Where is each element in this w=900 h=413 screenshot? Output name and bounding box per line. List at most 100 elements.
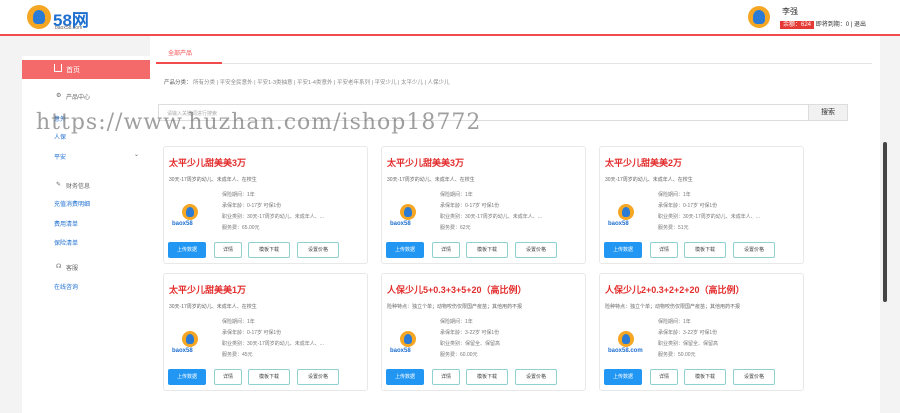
- search-button[interactable]: 搜索: [808, 104, 848, 121]
- detail-button[interactable]: 详情: [650, 369, 678, 385]
- product-detail-line: 职业类别：30天-17周岁的幼儿、未成年人、...: [222, 214, 324, 220]
- product-card: 太平少儿甜美美3万 30天-17周岁的幼儿、未成年人、在校生 baox58 保险期…: [381, 146, 586, 264]
- product-detail-line: 服务费：51元: [658, 225, 689, 231]
- product-detail-line: 服务费：65.00元: [222, 225, 260, 231]
- product-desc: 30天-17周岁的幼儿、未成年人、在校生: [387, 177, 475, 183]
- upload-button[interactable]: 上传数据: [168, 369, 206, 385]
- upload-button[interactable]: 上传数据: [604, 242, 642, 258]
- product-card: 太平少儿甜美美1万 30天-17周岁的幼儿、未成年人、在校生 baox58 保险期…: [163, 273, 368, 391]
- template-button[interactable]: 模板下载: [248, 369, 290, 385]
- product-detail-line: 保险期间：1年: [222, 319, 255, 325]
- detail-button[interactable]: 详情: [650, 242, 678, 258]
- category-pingan-kids[interactable]: 平安少儿: [375, 80, 397, 86]
- product-title[interactable]: 人保少儿2+0.3+2+2+20（高比例）: [605, 283, 745, 296]
- logo-icon: [182, 204, 198, 220]
- user-meta: 余额：624 即将到期：0 | 退出: [780, 19, 866, 29]
- pending-text[interactable]: 即将到期：0: [816, 22, 849, 28]
- logo-text: baox58: [390, 221, 411, 227]
- product-logo: baox58: [172, 204, 208, 230]
- product-title[interactable]: 太平少儿甜美美1万: [169, 283, 246, 296]
- top-bar: 58网 baox58.com 李强 余额：624 即将到期：0 | 退出: [0, 0, 900, 36]
- category-taiping-kids[interactable]: 太平少儿: [401, 80, 423, 86]
- template-button[interactable]: 模板下载: [248, 242, 290, 258]
- logout-link[interactable]: 退出: [854, 22, 866, 28]
- detail-button[interactable]: 详情: [214, 242, 242, 258]
- category-pingan-13[interactable]: 平安1-3类抽意: [257, 80, 292, 86]
- upload-button[interactable]: 上传数据: [386, 242, 424, 258]
- product-logo: baox58: [390, 331, 426, 357]
- product-desc: 30天-17周岁的幼儿、未成年人、在校生: [169, 304, 257, 310]
- product-title[interactable]: 太平少儿甜美美3万: [169, 156, 246, 169]
- category-pingan-14[interactable]: 平安1-4类意外: [297, 80, 332, 86]
- price-button[interactable]: 设置价格: [297, 369, 339, 385]
- category-all[interactable]: 所有分类: [193, 80, 215, 86]
- product-logo: baox58.com: [608, 331, 644, 357]
- finance-icon: ✎: [56, 182, 62, 188]
- service-heading: 客服: [66, 266, 79, 272]
- logo-icon: [400, 204, 416, 220]
- upload-button[interactable]: 上传数据: [604, 369, 642, 385]
- template-button[interactable]: 模板下载: [684, 242, 726, 258]
- scrollbar[interactable]: [883, 142, 887, 302]
- user-avatar-icon: [748, 6, 770, 28]
- product-desc: 30天-17周岁的幼儿、未成年人、在校生: [605, 177, 693, 183]
- tab-divider: [156, 63, 872, 64]
- price-button[interactable]: 设置价格: [733, 242, 775, 258]
- product-title[interactable]: 太平少儿甜美美2万: [605, 156, 682, 169]
- watermark: https://www.huzhan.com/ishop18772: [36, 110, 482, 135]
- product-detail-line: 保险期间：1年: [440, 319, 473, 325]
- product-detail-line: 承保年龄：3-22岁 可保1份: [440, 330, 500, 336]
- product-detail-line: 保险期间：1年: [222, 192, 255, 198]
- sidebar-item-home[interactable]: 首页: [22, 60, 150, 79]
- detail-button[interactable]: 详情: [214, 369, 242, 385]
- product-detail-line: 保险期间：1年: [658, 192, 691, 198]
- logo-subtext: baox58.com: [55, 25, 83, 31]
- category-label: 产品分类：: [164, 80, 192, 86]
- template-button[interactable]: 模板下载: [466, 369, 508, 385]
- detail-button[interactable]: 详情: [432, 242, 460, 258]
- site-logo[interactable]: 58网 baox58.com: [27, 5, 97, 33]
- product-title[interactable]: 太平少儿甜美美3万: [387, 156, 464, 169]
- tab-all-products[interactable]: 全部产品: [168, 48, 192, 57]
- user-name: 李强: [782, 7, 798, 16]
- logo-text: baox58: [608, 221, 629, 227]
- product-detail-line: 服务费：60.00元: [440, 352, 478, 358]
- template-button[interactable]: 模板下载: [684, 369, 726, 385]
- logo-icon: [618, 331, 634, 347]
- upload-button[interactable]: 上传数据: [386, 369, 424, 385]
- logo-icon: [182, 331, 198, 347]
- product-detail-line: 职业类别：30天-17周岁的幼儿、未成年人、...: [440, 214, 542, 220]
- product-detail-line: 服务费：45元: [222, 352, 253, 358]
- chevron-down-icon[interactable]: ⌄: [134, 151, 139, 158]
- product-detail-line: 服务费：62元: [440, 225, 471, 231]
- category-pingan-mass[interactable]: 平安全民意外: [220, 80, 253, 86]
- upload-button[interactable]: 上传数据: [168, 242, 206, 258]
- price-button[interactable]: 设置价格: [515, 242, 557, 258]
- logo-text: baox58: [172, 348, 193, 354]
- product-detail-line: 承保年龄：0-17岁 可保1份: [658, 203, 718, 209]
- product-detail-line: 保险期间：1年: [658, 319, 691, 325]
- detail-button[interactable]: 详情: [432, 369, 460, 385]
- sidebar-item-chat[interactable]: 在线咨询: [54, 282, 78, 291]
- logo-text: baox58: [390, 348, 411, 354]
- product-title[interactable]: 人保少儿5+0.3+3+5+20（高比例）: [387, 283, 527, 296]
- sidebar-item-fees[interactable]: 费用清单: [54, 219, 78, 228]
- product-detail-line: 承保年龄：3-22岁 可保1份: [658, 330, 718, 336]
- sidebar-item-recharge[interactable]: 充值消费明细: [54, 199, 90, 208]
- price-button[interactable]: 设置价格: [515, 369, 557, 385]
- price-button[interactable]: 设置价格: [297, 242, 339, 258]
- category-pingan-elder[interactable]: 平安老年系列: [337, 80, 370, 86]
- category-renbao-kids[interactable]: 人保少儿: [428, 80, 450, 86]
- product-logo: baox58: [608, 204, 644, 230]
- category-filter: 产品分类： 所有分类 | 平安全民意外 | 平安1-3类抽意 | 平安1-4类意…: [164, 80, 450, 86]
- logo-text: baox58.com: [608, 348, 643, 354]
- product-center-heading: 产品中心: [66, 95, 91, 101]
- template-button[interactable]: 模板下载: [466, 242, 508, 258]
- product-detail-line: 职业类别：30天-17周岁的幼儿、未成年人、...: [222, 341, 324, 347]
- service-icon: ☊: [56, 264, 62, 270]
- logo-icon: [618, 204, 634, 220]
- product-card: 太平少儿甜美美3万 30天-17周岁的幼儿、未成年人、在校生 baox58 保险期…: [163, 146, 368, 264]
- sidebar-item-pingan[interactable]: 平安: [54, 152, 66, 161]
- price-button[interactable]: 设置价格: [733, 369, 775, 385]
- sidebar-item-policies[interactable]: 保险清单: [54, 238, 78, 247]
